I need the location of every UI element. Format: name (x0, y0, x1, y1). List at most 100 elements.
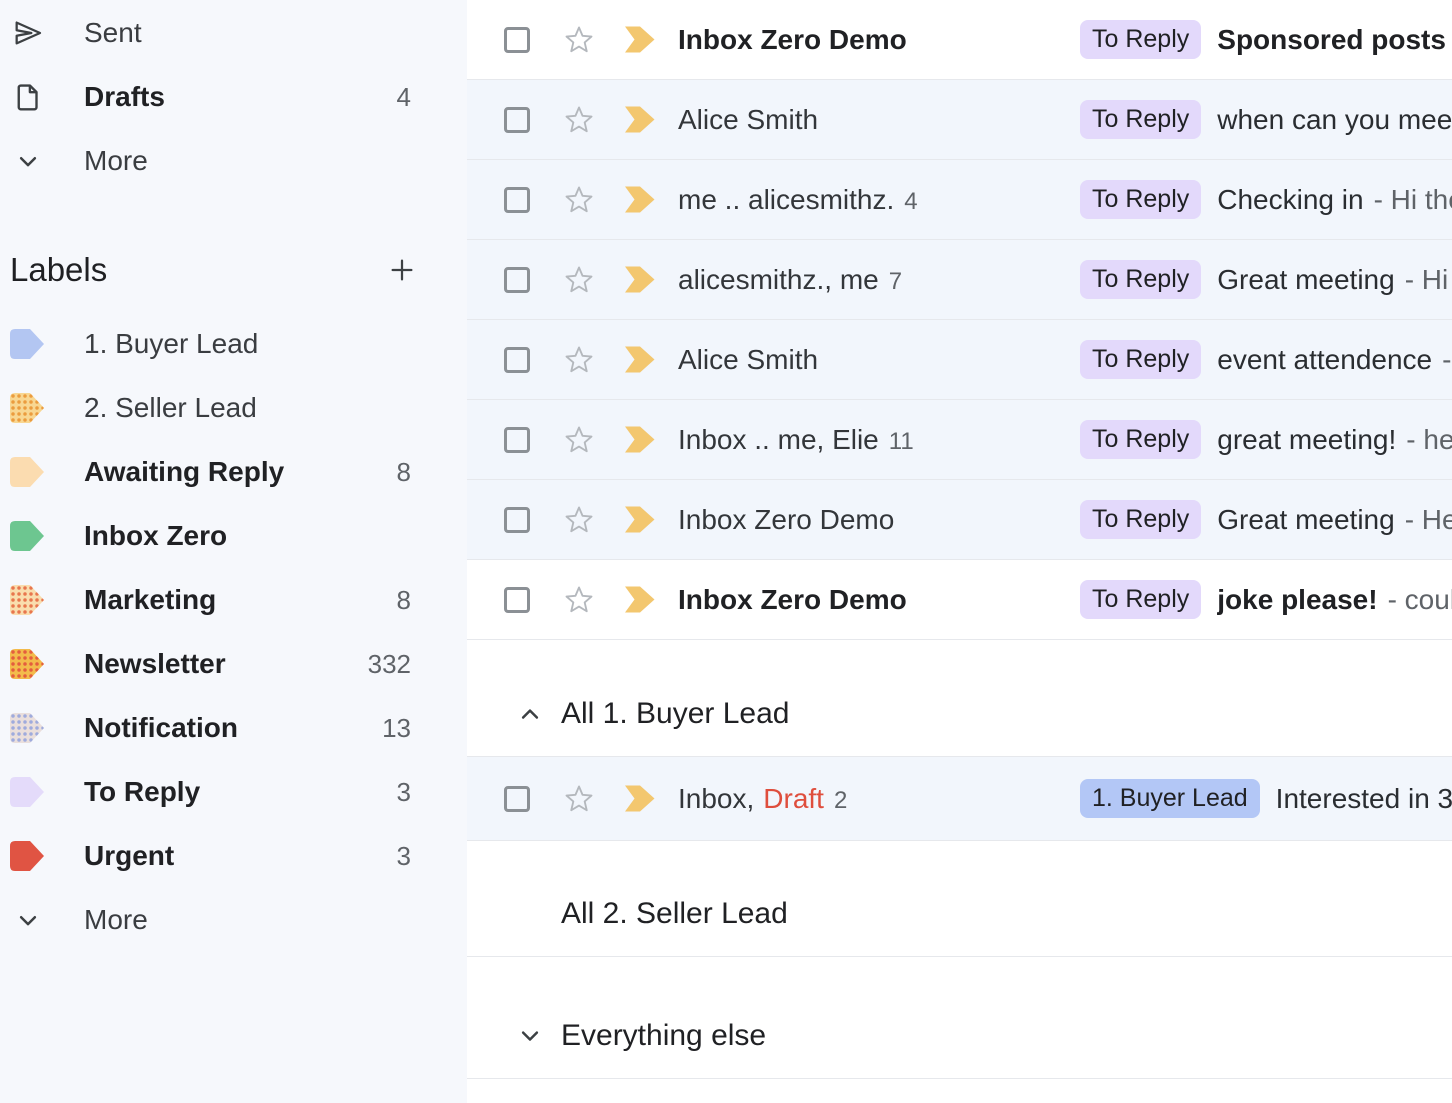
star-icon[interactable] (564, 25, 594, 55)
label-name: Inbox Zero (84, 520, 411, 552)
sidebar-label-seller-lead[interactable]: 2. Seller Lead (0, 376, 467, 440)
label-count: 8 (397, 585, 411, 616)
star-icon[interactable] (564, 185, 594, 215)
label-chip-to-reply[interactable]: To Reply (1080, 260, 1201, 299)
label-count: 3 (397, 841, 411, 872)
labels-title: Labels (10, 251, 107, 289)
sidebar-label-buyer-lead[interactable]: 1. Buyer Lead (0, 312, 467, 376)
select-checkbox[interactable] (504, 587, 530, 613)
star-icon[interactable] (564, 425, 594, 455)
sidebar-label-urgent[interactable]: Urgent 3 (0, 824, 467, 888)
section-header-buyer-lead[interactable]: All 1. Buyer Lead (467, 640, 1452, 757)
label-tag-icon (10, 585, 44, 615)
select-checkbox[interactable] (504, 507, 530, 533)
importance-marker-icon (623, 186, 656, 213)
sender: me .. alicesmithz.4 (678, 184, 1080, 216)
sidebar-item-label: More (84, 904, 411, 936)
draft-file-icon (10, 81, 46, 113)
sidebar-label-notification[interactable]: Notification 13 (0, 696, 467, 760)
sender: Inbox Zero Demo (678, 24, 1080, 56)
email-row[interactable]: Inbox Zero Demo To Reply joke please!- c… (467, 560, 1452, 640)
sidebar-labels-more[interactable]: More (0, 888, 467, 952)
sender: Inbox,Draft2 (678, 783, 1080, 815)
section-header-seller-lead[interactable]: All 2. Seller Lead (467, 841, 1452, 957)
subject-snippet: Great meeting- Hi J (1217, 264, 1452, 296)
subject-snippet: Interested in 3-b (1276, 783, 1452, 815)
star-icon[interactable] (564, 585, 594, 615)
email-row[interactable]: alicesmithz., me7 To Reply Great meeting… (467, 240, 1452, 320)
sidebar-label-marketing[interactable]: Marketing 8 (0, 568, 467, 632)
select-checkbox[interactable] (504, 427, 530, 453)
email-row[interactable]: Alice Smith To Reply event attendence- H (467, 320, 1452, 400)
importance-marker-icon (623, 26, 656, 53)
sidebar-item-sent[interactable]: Sent (0, 1, 467, 65)
label-name: Marketing (84, 584, 397, 616)
sidebar-label-awaiting-reply[interactable]: Awaiting Reply 8 (0, 440, 467, 504)
star-icon[interactable] (564, 105, 594, 135)
subject-snippet: Great meeting- Hey (1217, 504, 1452, 536)
select-checkbox[interactable] (504, 347, 530, 373)
star-icon[interactable] (564, 505, 594, 535)
label-name: Newsletter (84, 648, 368, 680)
label-chip-to-reply[interactable]: To Reply (1080, 20, 1201, 59)
label-chip-buyer-lead[interactable]: 1. Buyer Lead (1080, 779, 1260, 818)
section-header-everything-else[interactable]: Everything else (467, 957, 1452, 1079)
label-count: 3 (397, 777, 411, 808)
label-chip-to-reply[interactable]: To Reply (1080, 580, 1201, 619)
sidebar-item-label: Drafts (84, 81, 397, 113)
label-chip-to-reply[interactable]: To Reply (1080, 500, 1201, 539)
subject-snippet: great meeting!- hey (1217, 424, 1452, 456)
sidebar-item-more[interactable]: More (0, 129, 467, 193)
section-title: All 1. Buyer Lead (561, 697, 789, 730)
email-list: Inbox Zero Demo To Reply Sponsored posts… (467, 0, 1452, 1103)
label-chip-to-reply[interactable]: To Reply (1080, 340, 1201, 379)
section-title: All 2. Seller Lead (561, 897, 788, 930)
sender: Inbox Zero Demo (678, 504, 1080, 536)
email-row[interactable]: Inbox .. me, Elie11 To Reply great meeti… (467, 400, 1452, 480)
sidebar-label-inbox-zero[interactable]: Inbox Zero (0, 504, 467, 568)
label-chip-to-reply[interactable]: To Reply (1080, 180, 1201, 219)
label-chip-to-reply[interactable]: To Reply (1080, 420, 1201, 459)
star-icon[interactable] (564, 784, 594, 814)
label-tag-icon (10, 777, 44, 807)
select-checkbox[interactable] (504, 187, 530, 213)
sidebar: Sent Drafts 4 More Labels 1. Buyer L (0, 0, 467, 1103)
select-checkbox[interactable] (504, 107, 530, 133)
sidebar-item-drafts[interactable]: Drafts 4 (0, 65, 467, 129)
subject-snippet: when can you meet (1217, 104, 1452, 136)
email-row[interactable]: Inbox,Draft2 1. Buyer Lead Interested in… (467, 757, 1452, 841)
importance-marker-icon (623, 346, 656, 373)
chevron-down-icon[interactable] (515, 1021, 545, 1051)
label-name: Awaiting Reply (84, 456, 397, 488)
subject-snippet: joke please!- could (1217, 584, 1452, 616)
chevron-up-icon[interactable] (515, 699, 545, 729)
draft-label: Draft (763, 783, 824, 815)
email-row[interactable]: me .. alicesmithz.4 To Reply Checking in… (467, 160, 1452, 240)
label-tag-icon (10, 393, 44, 423)
sender: Inbox .. me, Elie11 (678, 424, 1080, 456)
gmail-app: Sent Drafts 4 More Labels 1. Buyer L (0, 0, 1452, 1103)
sidebar-item-count: 4 (397, 82, 411, 113)
select-checkbox[interactable] (504, 267, 530, 293)
label-tag-icon (10, 713, 44, 743)
section-title: Everything else (561, 1019, 766, 1052)
label-tag-icon (10, 457, 44, 487)
label-tag-icon (10, 329, 44, 359)
sidebar-label-newsletter[interactable]: Newsletter 332 (0, 632, 467, 696)
label-tag-icon (10, 649, 44, 679)
add-label-button[interactable] (387, 255, 417, 285)
email-row[interactable]: Alice Smith To Reply when can you meet (467, 80, 1452, 160)
sidebar-label-to-reply[interactable]: To Reply 3 (0, 760, 467, 824)
label-chip-to-reply[interactable]: To Reply (1080, 100, 1201, 139)
label-tag-icon (10, 521, 44, 551)
star-icon[interactable] (564, 345, 594, 375)
star-icon[interactable] (564, 265, 594, 295)
email-row[interactable]: Inbox Zero Demo To Reply Sponsored posts… (467, 0, 1452, 80)
chevron-down-icon (10, 905, 46, 935)
select-checkbox[interactable] (504, 786, 530, 812)
label-name: 1. Buyer Lead (84, 328, 411, 360)
labels-header: Labels (0, 242, 467, 298)
email-row[interactable]: Inbox Zero Demo To Reply Great meeting- … (467, 480, 1452, 560)
select-checkbox[interactable] (504, 27, 530, 53)
chevron-down-icon (10, 146, 46, 176)
